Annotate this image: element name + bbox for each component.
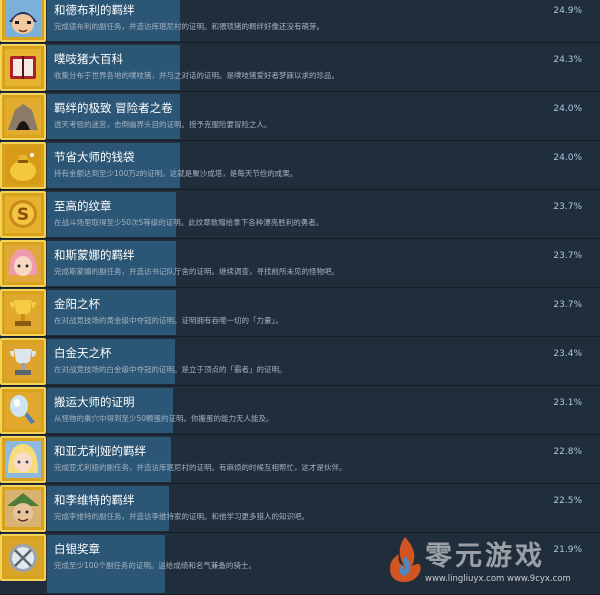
achievement-title: 白银奖章 — [54, 542, 100, 556]
achievement-row[interactable]: 白银奖章 完成至少100个副任务的证明。送给成绩和名气兼备的骑士。 21.9% — [0, 533, 600, 595]
achievement-percent: 23.1% — [553, 398, 582, 408]
platinum-trophy-icon — [0, 338, 46, 385]
achievement-list: 和德布利的羁绊 完成德布利的副任务，并造访库珉尼村的证明。和猥琐猪的羁绊好像还没… — [0, 0, 600, 595]
achievement-title: 金阳之杯 — [54, 297, 100, 311]
achievement-title: 噗吱猪大百科 — [54, 52, 123, 66]
blonde-girl-portrait-icon — [0, 436, 46, 483]
achievement-row[interactable]: 和斯蒙娜的羁绊 完成斯蒙娜的副任务，并造访书记队厅舍的证明。继续调查，寻找前所未… — [0, 239, 600, 288]
achievement-row[interactable]: 金阳之杯 在对战竞技场的黄金级中夺冠的证明。证明拥有吞噬一切的「力量」。 23.… — [0, 288, 600, 337]
achievement-percent: 23.7% — [553, 202, 582, 212]
egg-carrier-icon — [0, 387, 46, 434]
achievement-row[interactable]: 和亚尤利娅的羁绊 完成亚尤利娅的副任务，并造访库珉尼村的证明。有麻烦的时候互相帮… — [0, 435, 600, 484]
achievement-percent: 24.0% — [553, 104, 582, 114]
achievement-row[interactable]: 噗吱猪大百科 收集分布于世界各地的噗吱猪，并与之对话的证明。是噗吱猪爱好者梦寐以… — [0, 43, 600, 92]
achievement-description: 完成至少100个副任务的证明。送给成绩和名气兼备的骑士。 — [54, 561, 256, 570]
achievement-percent: 22.8% — [553, 447, 582, 457]
achievement-description: 从怪物的巢穴中得到至少50颗蛋的证明。你搬蛋的能力无人能及。 — [54, 414, 274, 423]
achievement-description: 在对战竞技场的黄金级中夺冠的证明。证明拥有吞噬一切的「力量」。 — [54, 316, 283, 325]
achievement-description: 完成斯蒙娜的副任务，并造访书记队厅舍的证明。继续调查，寻找前所未见的怪物吧。 — [54, 267, 339, 276]
achievement-title: 和亚尤利娅的羁绊 — [54, 444, 146, 458]
achievement-title: 搬运大师的证明 — [54, 395, 135, 409]
achievement-percent: 21.9% — [553, 545, 582, 555]
achievement-percent: 23.7% — [553, 300, 582, 310]
red-book-icon — [0, 44, 46, 91]
svg-text:S: S — [17, 205, 29, 225]
silver-medal-icon — [0, 534, 46, 581]
achievement-row[interactable]: 搬运大师的证明 从怪物的巢穴中得到至少50颗蛋的证明。你搬蛋的能力无人能及。 2… — [0, 386, 600, 435]
achievement-title: 和斯蒙娜的羁绊 — [54, 248, 135, 262]
green-hat-hunter-portrait-icon — [0, 485, 46, 532]
achievement-description: 在战斗场里取得至少50次S等级的证明。此纹章致赠给拿下各种漂亮胜利的勇者。 — [54, 218, 324, 227]
chibi-hero-portrait-icon — [0, 0, 46, 42]
achievement-description: 持有金额达到至少100万z的证明。这就是聚沙成塔，是每天节俭的成果。 — [54, 169, 298, 178]
achievement-description: 在对战竞技场的白金级中夺冠的证明。是立于顶点的「霸者」的证明。 — [54, 365, 287, 374]
achievement-title: 和德布利的羁绊 — [54, 3, 135, 17]
achievement-description: 透天考验的迷宫，击倒幽界头目的证明。授予克服险要冒险之人。 — [54, 120, 272, 129]
achievement-title: 羁绊的极致 冒险者之卷 — [54, 101, 173, 115]
gold-money-bag-icon — [0, 142, 46, 189]
achievement-description: 完成德布利的副任务，并造访库珉尼村的证明。和猥琐猪的羁绊好像还没有萌芽。 — [54, 22, 324, 31]
achievement-description: 完成亚尤利娅的副任务，并造访库珉尼村的证明。有麻烦的时候互相帮忙，这才是伙伴。 — [54, 463, 347, 472]
achievement-percent: 24.3% — [553, 55, 582, 65]
cave-dungeon-icon — [0, 93, 46, 140]
achievement-row[interactable]: 节省大师的钱袋 持有金额达到至少100万z的证明。这就是聚沙成塔，是每天节俭的成… — [0, 141, 600, 190]
achievement-row[interactable]: 和李维特的羁绊 完成李维特的副任务，并造访李维特家的证明。和他学习更多猎人的知识… — [0, 484, 600, 533]
achievement-row[interactable]: 羁绊的极致 冒险者之卷 透天考验的迷宫，击倒幽界头目的证明。授予克服险要冒险之人… — [0, 92, 600, 141]
gold-s-medal-icon: S — [0, 191, 46, 238]
achievement-title: 白金天之杯 — [54, 346, 112, 360]
achievement-title: 至高的纹章 — [54, 199, 112, 213]
achievement-percent: 23.7% — [553, 251, 582, 261]
pink-hair-girl-portrait-icon — [0, 240, 46, 287]
achievement-row[interactable]: 白金天之杯 在对战竞技场的白金级中夺冠的证明。是立于顶点的「霸者」的证明。 23… — [0, 337, 600, 386]
achievement-percent: 24.0% — [553, 153, 582, 163]
achievement-row[interactable]: S 至高的纹章 在战斗场里取得至少50次S等级的证明。此纹章致赠给拿下各种漂亮胜… — [0, 190, 600, 239]
achievement-title: 节省大师的钱袋 — [54, 150, 135, 164]
achievement-row[interactable]: 和德布利的羁绊 完成德布利的副任务，并造访库珉尼村的证明。和猥琐猪的羁绊好像还没… — [0, 0, 600, 43]
achievement-description: 收集分布于世界各地的噗吱猪，并与之对话的证明。是噗吱猪爱好者梦寐以求的珍品。 — [54, 71, 339, 80]
achievement-title: 和李维特的羁绊 — [54, 493, 135, 507]
achievement-description: 完成李维特的副任务，并造访李维特家的证明。和他学习更多猎人的知识吧。 — [54, 512, 309, 521]
gold-trophy-icon — [0, 289, 46, 336]
achievement-percent: 23.4% — [553, 349, 582, 359]
achievement-percent: 24.9% — [553, 6, 582, 16]
achievement-percent: 22.5% — [553, 496, 582, 506]
